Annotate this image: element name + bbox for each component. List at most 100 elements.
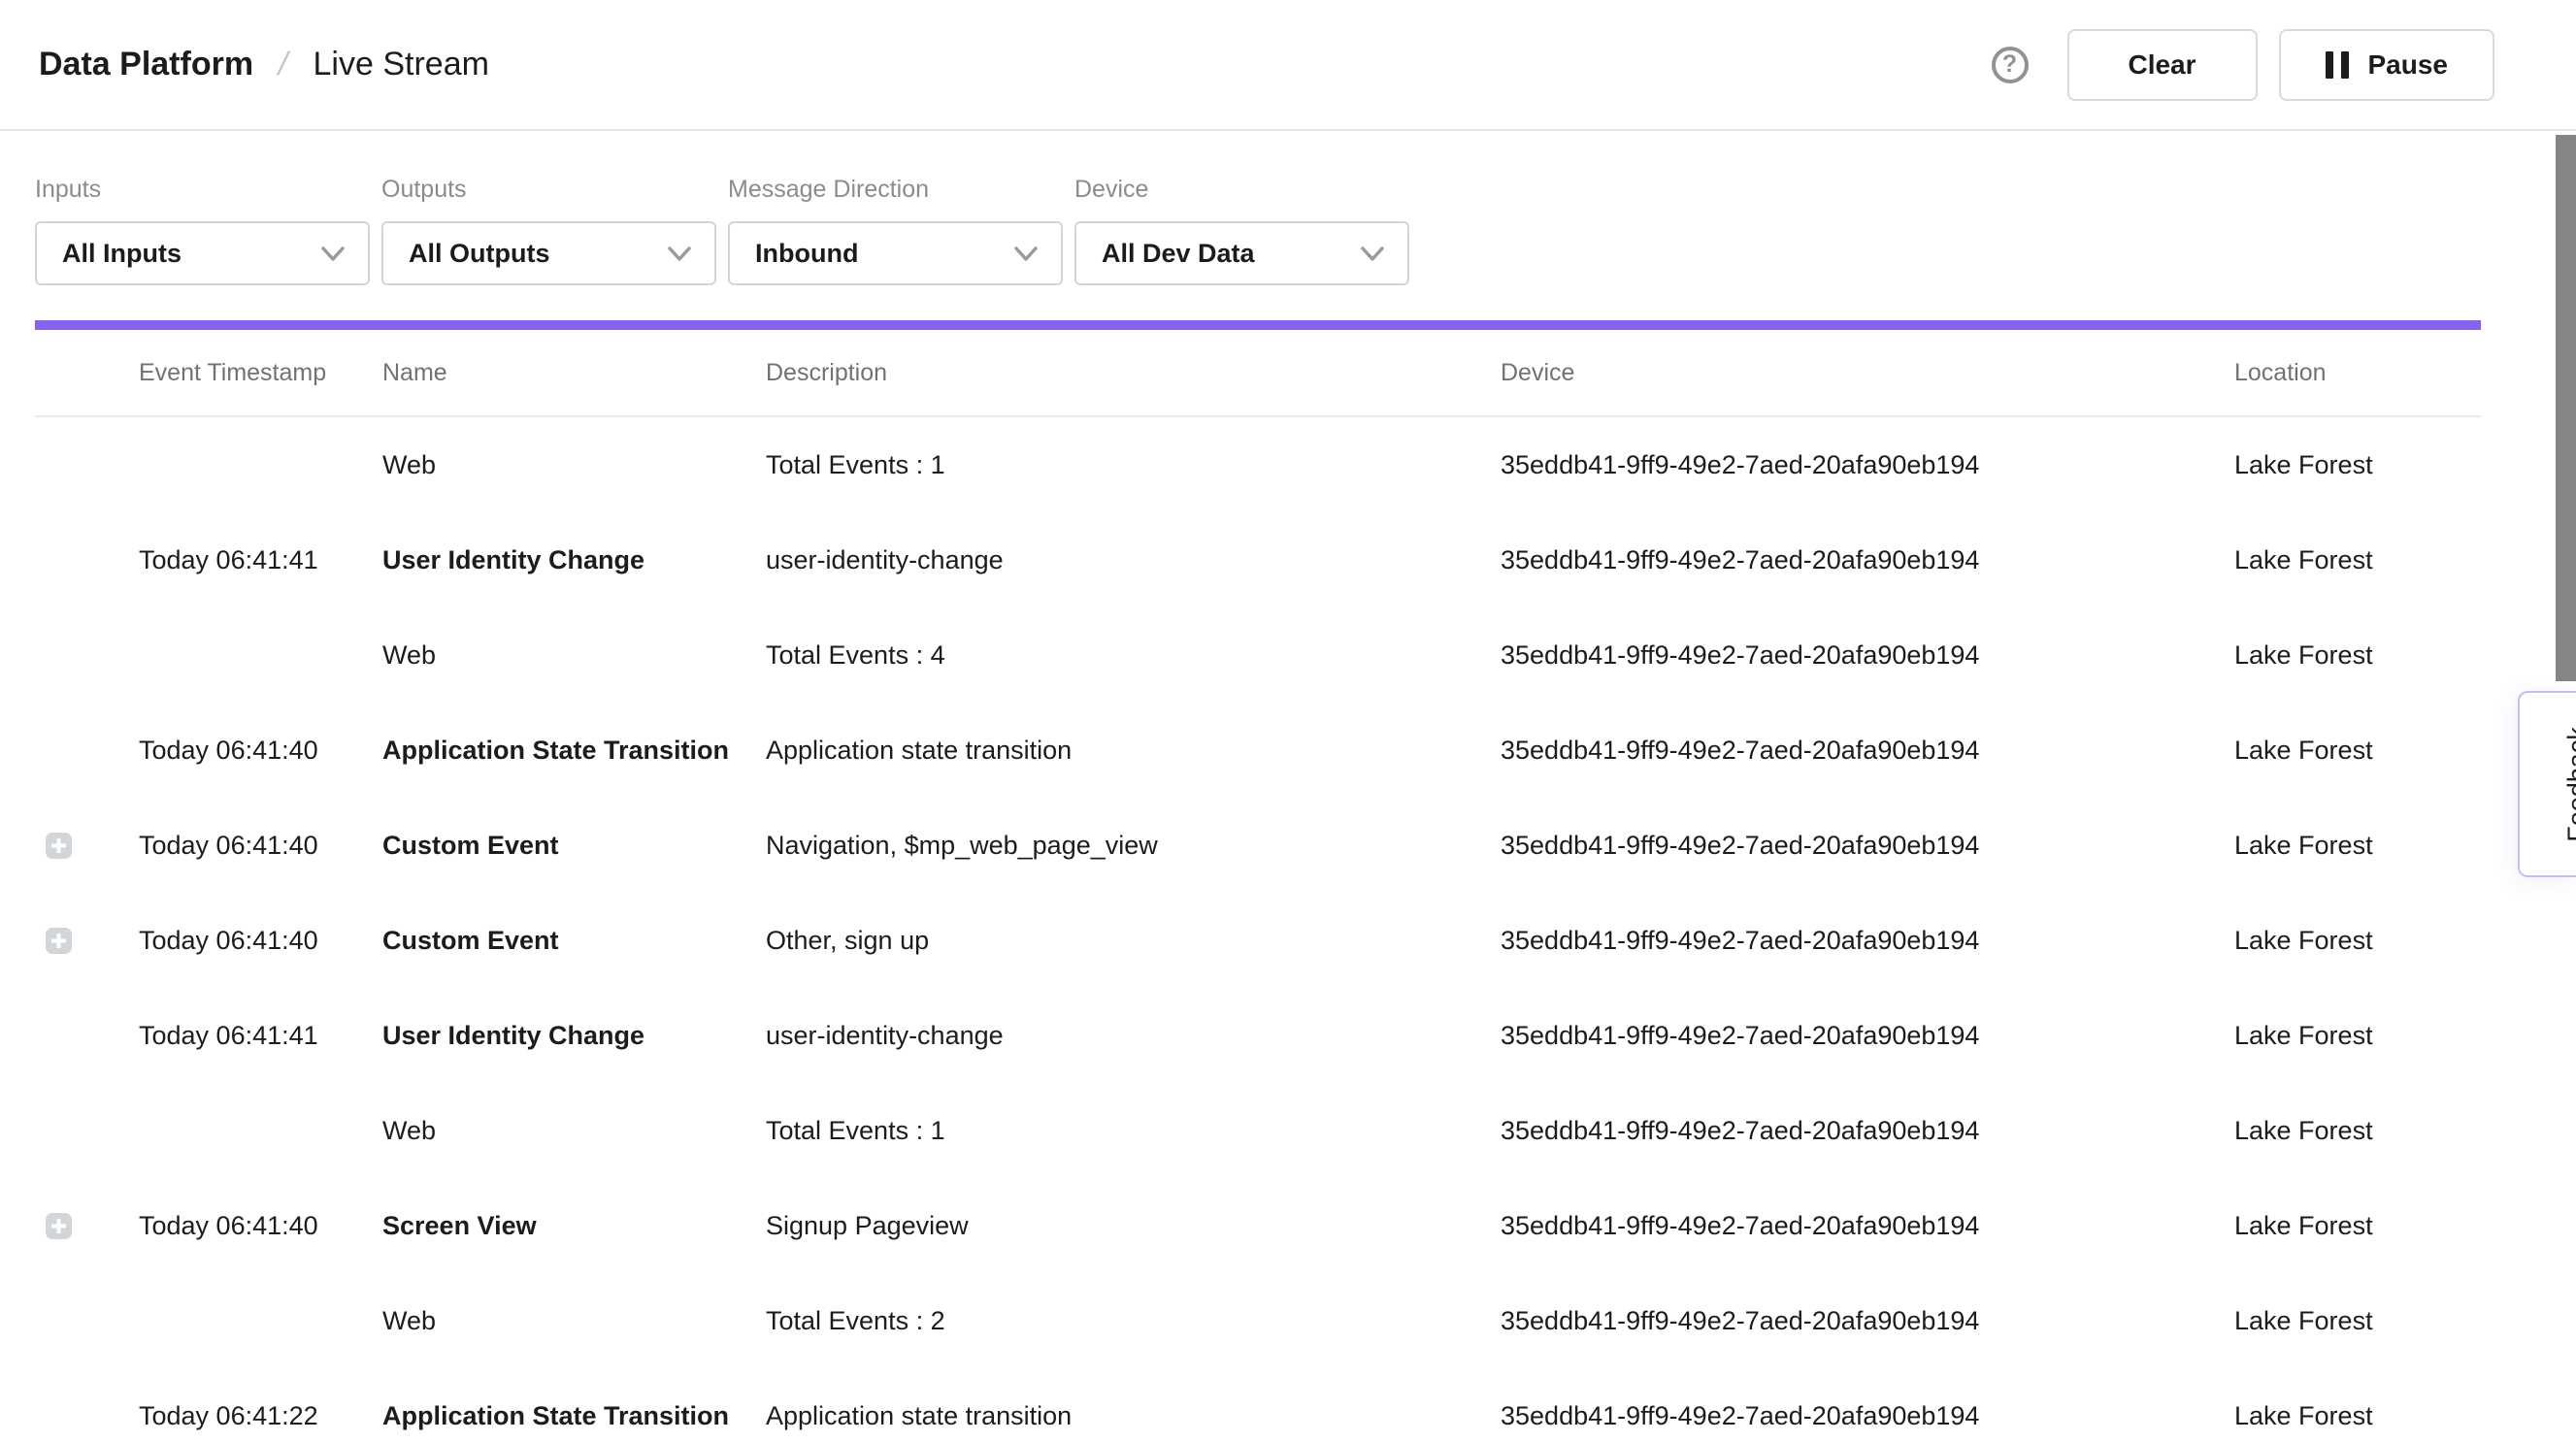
device-dropdown-value: All Dev Data (1102, 239, 1255, 269)
cell-location: Lake Forest (2234, 1021, 2481, 1051)
pause-icon (2326, 51, 2349, 79)
table-row[interactable]: Web Total Events : 4 35eddb41-9ff9-49e2-… (35, 607, 2481, 703)
cell-name: Application State Transition (382, 1401, 766, 1431)
live-stream-page: Data Platform / Live Stream ? Clear Paus… (0, 0, 2576, 1442)
table-row[interactable]: Web Total Events : 2 35eddb41-9ff9-49e2-… (35, 1273, 2481, 1368)
cell-device: 35eddb41-9ff9-49e2-7aed-20afa90eb194 (1501, 736, 2234, 766)
plus-icon (51, 1219, 66, 1233)
cell-location: Lake Forest (2234, 1401, 2481, 1431)
expand-row-button[interactable] (46, 1213, 72, 1239)
cell-location: Lake Forest (2234, 545, 2481, 575)
cell-expand (35, 1023, 139, 1049)
cell-expand (35, 452, 139, 478)
outputs-dropdown-value: All Outputs (409, 239, 549, 269)
cell-description: Total Events : 1 (766, 1116, 1501, 1146)
expand-row-button[interactable] (46, 833, 72, 859)
cell-name: Web (382, 1116, 766, 1146)
table-row[interactable]: Today 06:41:40 Custom Event Navigation, … (35, 798, 2481, 893)
device-dropdown[interactable]: All Dev Data (1074, 221, 1409, 285)
inputs-dropdown-value: All Inputs (62, 239, 182, 269)
cell-timestamp: Today 06:41:40 (139, 831, 382, 861)
cell-location: Lake Forest (2234, 736, 2481, 766)
filter-device: Device All Dev Data (1074, 176, 1409, 285)
cell-device: 35eddb41-9ff9-49e2-7aed-20afa90eb194 (1501, 1401, 2234, 1431)
chevron-down-icon (666, 240, 693, 267)
cell-location: Lake Forest (2234, 1306, 2481, 1336)
cell-name: Web (382, 450, 766, 480)
cell-name: Screen View (382, 1211, 766, 1241)
cell-timestamp: Today 06:41:40 (139, 1211, 382, 1241)
breadcrumb-data-platform[interactable]: Data Platform (39, 46, 253, 83)
cell-location: Lake Forest (2234, 926, 2481, 956)
vertical-scrollbar-thumb[interactable] (2556, 135, 2576, 681)
header-actions: ? Clear Pause (1992, 29, 2495, 101)
cell-location: Lake Forest (2234, 831, 2481, 861)
breadcrumb-separator: / (275, 46, 292, 83)
cell-device: 35eddb41-9ff9-49e2-7aed-20afa90eb194 (1501, 640, 2234, 671)
filter-message-direction: Message Direction Inbound (728, 176, 1063, 285)
column-header-device: Device (1501, 359, 2234, 387)
table-row[interactable]: Web Total Events : 1 35eddb41-9ff9-49e2-… (35, 1083, 2481, 1178)
table-row[interactable]: Today 06:41:22 Application State Transit… (35, 1368, 2481, 1442)
chevron-down-icon (1012, 240, 1040, 267)
cell-expand (35, 1213, 139, 1239)
event-table-body: Web Total Events : 1 35eddb41-9ff9-49e2-… (0, 417, 2576, 1442)
app-header: Data Platform / Live Stream ? Clear Paus… (0, 0, 2576, 131)
filter-bar: Inputs All Inputs Outputs All Outputs Me… (35, 176, 2576, 285)
cell-location: Lake Forest (2234, 640, 2481, 671)
inputs-dropdown[interactable]: All Inputs (35, 221, 370, 285)
cell-description: Other, sign up (766, 926, 1501, 956)
filter-device-label: Device (1074, 176, 1409, 204)
feedback-tab[interactable]: Feedback (2518, 691, 2576, 877)
cell-device: 35eddb41-9ff9-49e2-7aed-20afa90eb194 (1501, 545, 2234, 575)
outputs-dropdown[interactable]: All Outputs (381, 221, 716, 285)
filter-outputs-label: Outputs (381, 176, 716, 204)
plus-icon (51, 934, 66, 948)
cell-description: Total Events : 1 (766, 450, 1501, 480)
cell-expand (35, 928, 139, 954)
cell-timestamp: Today 06:41:40 (139, 926, 382, 956)
cell-location: Lake Forest (2234, 1116, 2481, 1146)
filter-outputs: Outputs All Outputs (381, 176, 716, 285)
cell-expand (35, 642, 139, 669)
cell-name: Application State Transition (382, 736, 766, 766)
cell-description: Application state transition (766, 736, 1501, 766)
pause-button[interactable]: Pause (2279, 29, 2495, 101)
table-row[interactable]: Today 06:41:41 User Identity Change user… (35, 512, 2481, 607)
cell-expand (35, 1118, 139, 1144)
clear-button[interactable]: Clear (2067, 29, 2258, 101)
cell-timestamp: Today 06:41:22 (139, 1401, 382, 1431)
cell-name: Web (382, 1306, 766, 1336)
breadcrumb: Data Platform / Live Stream (39, 46, 489, 83)
message-direction-dropdown[interactable]: Inbound (728, 221, 1063, 285)
filter-message-direction-label: Message Direction (728, 176, 1063, 204)
table-row[interactable]: Today 06:41:41 User Identity Change user… (35, 988, 2481, 1083)
table-row[interactable]: Today 06:41:40 Screen View Signup Pagevi… (35, 1178, 2481, 1273)
cell-description: user-identity-change (766, 545, 1501, 575)
cell-device: 35eddb41-9ff9-49e2-7aed-20afa90eb194 (1501, 1306, 2234, 1336)
message-direction-dropdown-value: Inbound (755, 239, 858, 269)
help-icon[interactable]: ? (1992, 47, 2029, 83)
cell-location: Lake Forest (2234, 1211, 2481, 1241)
cell-name: Custom Event (382, 831, 766, 861)
cell-timestamp: Today 06:41:41 (139, 545, 382, 575)
column-header-location: Location (2234, 359, 2481, 387)
table-row[interactable]: Today 06:41:40 Custom Event Other, sign … (35, 893, 2481, 988)
cell-device: 35eddb41-9ff9-49e2-7aed-20afa90eb194 (1501, 450, 2234, 480)
cell-description: Application state transition (766, 1401, 1501, 1431)
cell-device: 35eddb41-9ff9-49e2-7aed-20afa90eb194 (1501, 926, 2234, 956)
pause-button-label: Pause (2368, 49, 2449, 81)
cell-device: 35eddb41-9ff9-49e2-7aed-20afa90eb194 (1501, 1211, 2234, 1241)
table-row[interactable]: Today 06:41:40 Application State Transit… (35, 703, 2481, 798)
plus-icon (51, 838, 66, 853)
cell-timestamp: Today 06:41:41 (139, 1021, 382, 1051)
table-row[interactable]: Web Total Events : 1 35eddb41-9ff9-49e2-… (35, 417, 2481, 512)
expand-row-button[interactable] (46, 928, 72, 954)
cell-description: Total Events : 2 (766, 1306, 1501, 1336)
chevron-down-icon (319, 240, 347, 267)
cell-description: Signup Pageview (766, 1211, 1501, 1241)
chevron-down-icon (1359, 240, 1386, 267)
cell-name: User Identity Change (382, 545, 766, 575)
column-header-event-timestamp: Event Timestamp (139, 359, 382, 387)
cell-expand (35, 547, 139, 574)
